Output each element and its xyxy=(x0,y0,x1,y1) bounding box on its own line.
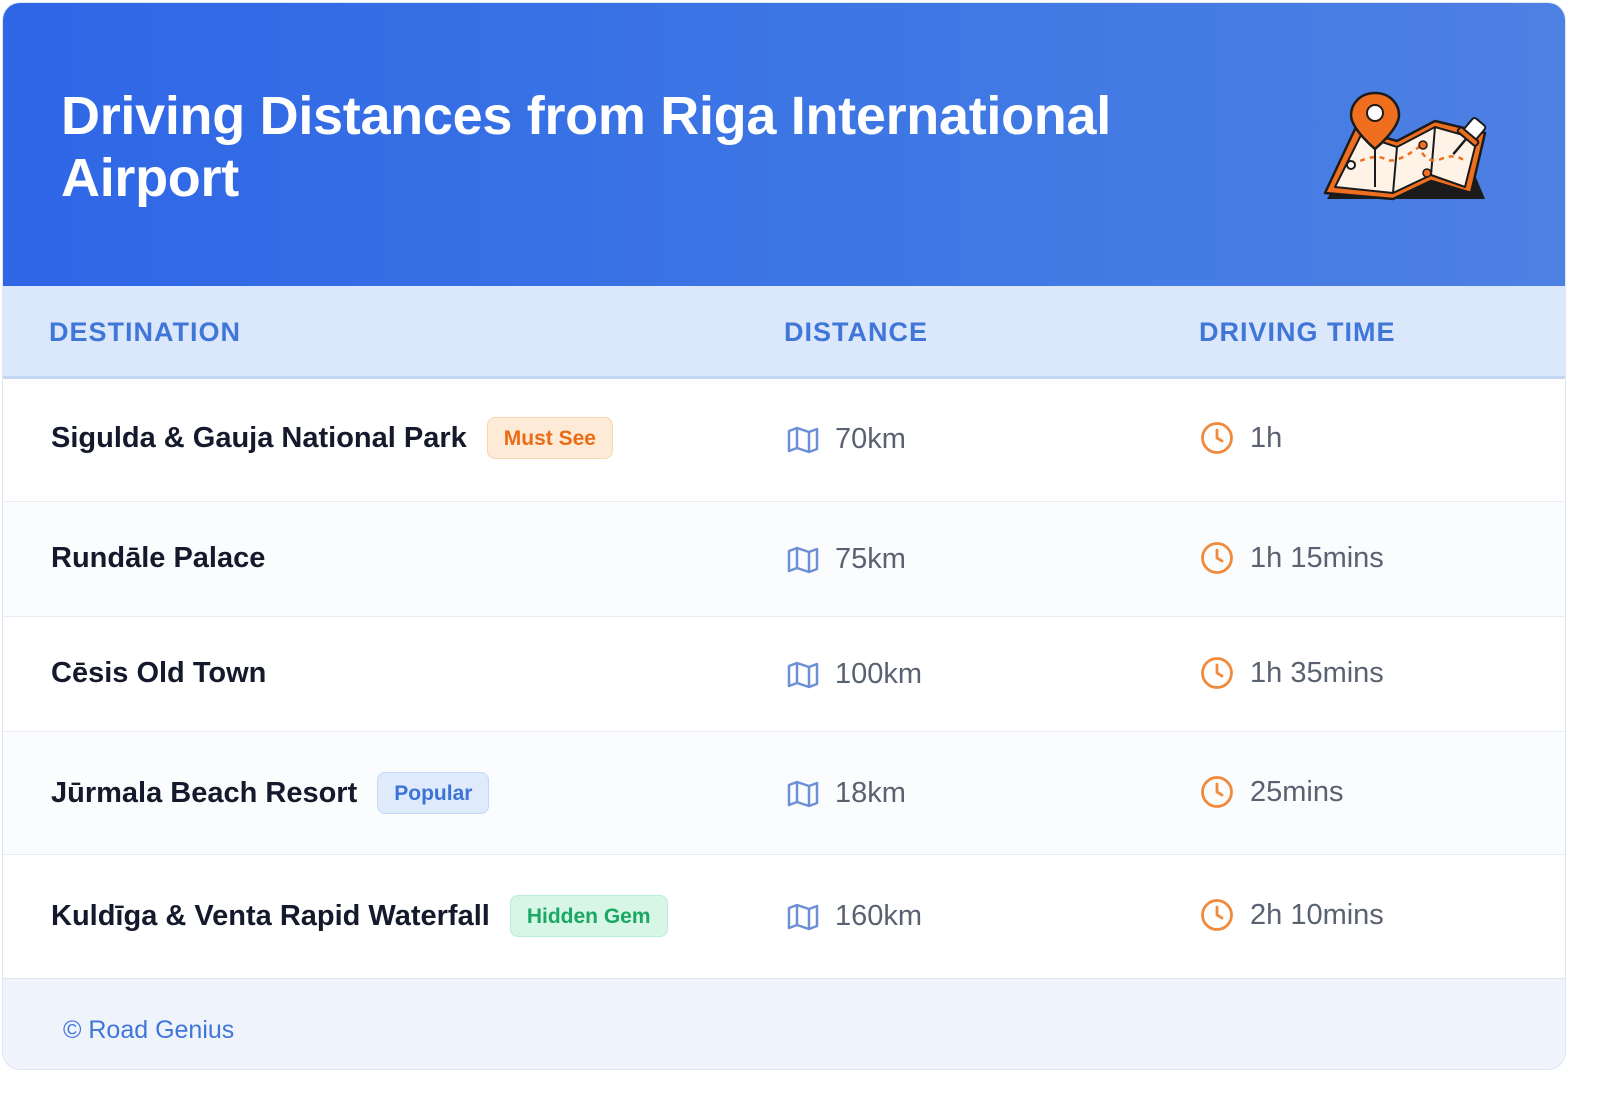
table-row[interactable]: Jūrmala Beach Resort Popular 18km 25mins xyxy=(3,732,1565,855)
map-with-pin-icon xyxy=(1323,91,1487,201)
distance-cell: 70km xyxy=(787,423,906,456)
distance-cell: 160km xyxy=(787,900,922,933)
destination-cell: Cēsis Old Town xyxy=(51,657,266,690)
hidden-gem-badge: Hidden Gem xyxy=(509,895,668,937)
destination-cell: Rundāle Palace xyxy=(51,542,265,575)
card-header: Driving Distances from Riga Internationa… xyxy=(3,3,1565,286)
table-row[interactable]: Kuldīga & Venta Rapid Waterfall Hidden G… xyxy=(3,855,1565,978)
destination-name: Jūrmala Beach Resort xyxy=(51,776,358,809)
destination-cell: Sigulda & Gauja National Park Must See xyxy=(51,417,613,459)
time-value: 1h 35mins xyxy=(1250,656,1384,689)
distance-cell: 18km xyxy=(787,777,906,810)
time-cell: 1h 15mins xyxy=(1200,541,1384,575)
destination-name: Sigulda & Gauja National Park xyxy=(51,421,467,454)
map-icon xyxy=(787,661,819,688)
distance-value: 18km xyxy=(835,777,906,809)
distances-card: Driving Distances from Riga Internationa… xyxy=(2,2,1566,1070)
table-row[interactable]: Rundāle Palace 75km 1h 15mins xyxy=(3,502,1565,617)
card-footer: © Road Genius xyxy=(3,978,1565,1069)
map-icon xyxy=(787,780,819,807)
distance-value: 100km xyxy=(835,658,923,690)
time-cell: 25mins xyxy=(1200,775,1344,809)
destination-name: Kuldīga & Venta Rapid Waterfall xyxy=(51,899,490,932)
column-header-driving-time[interactable]: DRIVING TIME xyxy=(1199,317,1396,348)
destination-cell: Jūrmala Beach Resort Popular xyxy=(51,772,490,814)
column-header-destination[interactable]: DESTINATION xyxy=(49,317,241,348)
time-value: 25mins xyxy=(1250,775,1344,808)
distance-value: 75km xyxy=(835,543,906,575)
time-cell: 1h xyxy=(1200,421,1282,455)
must-see-badge: Must See xyxy=(486,417,613,459)
time-value: 1h 15mins xyxy=(1250,541,1384,574)
destination-cell: Kuldīga & Venta Rapid Waterfall Hidden G… xyxy=(51,895,668,937)
destination-name: Cēsis Old Town xyxy=(51,657,267,689)
map-icon xyxy=(787,903,819,930)
column-header-distance[interactable]: DISTANCE xyxy=(784,317,928,348)
time-cell: 1h 35mins xyxy=(1200,656,1384,690)
clock-icon xyxy=(1201,776,1233,808)
map-icon xyxy=(787,426,819,453)
table-header: DESTINATION DISTANCE DRIVING TIME xyxy=(3,286,1565,379)
distance-cell: 75km xyxy=(787,543,906,576)
clock-icon xyxy=(1201,422,1233,454)
distance-value: 70km xyxy=(835,423,906,455)
distance-cell: 100km xyxy=(787,658,922,691)
clock-icon xyxy=(1201,542,1233,574)
table-row[interactable]: Sigulda & Gauja National Park Must See 7… xyxy=(3,379,1565,502)
time-cell: 2h 10mins xyxy=(1200,898,1384,932)
map-icon xyxy=(787,546,819,573)
clock-icon xyxy=(1201,899,1233,931)
time-value: 1h xyxy=(1250,421,1283,454)
page-title: Driving Distances from Riga Internationa… xyxy=(61,86,1111,208)
time-value: 2h 10mins xyxy=(1250,898,1384,931)
destination-name: Rundāle Palace xyxy=(51,542,266,574)
popular-badge: Popular xyxy=(377,772,490,814)
copyright-text[interactable]: © Road Genius xyxy=(63,1016,234,1045)
distance-value: 160km xyxy=(835,900,923,932)
clock-icon xyxy=(1201,657,1233,689)
table-row[interactable]: Cēsis Old Town 100km 1h 35mins xyxy=(3,617,1565,732)
